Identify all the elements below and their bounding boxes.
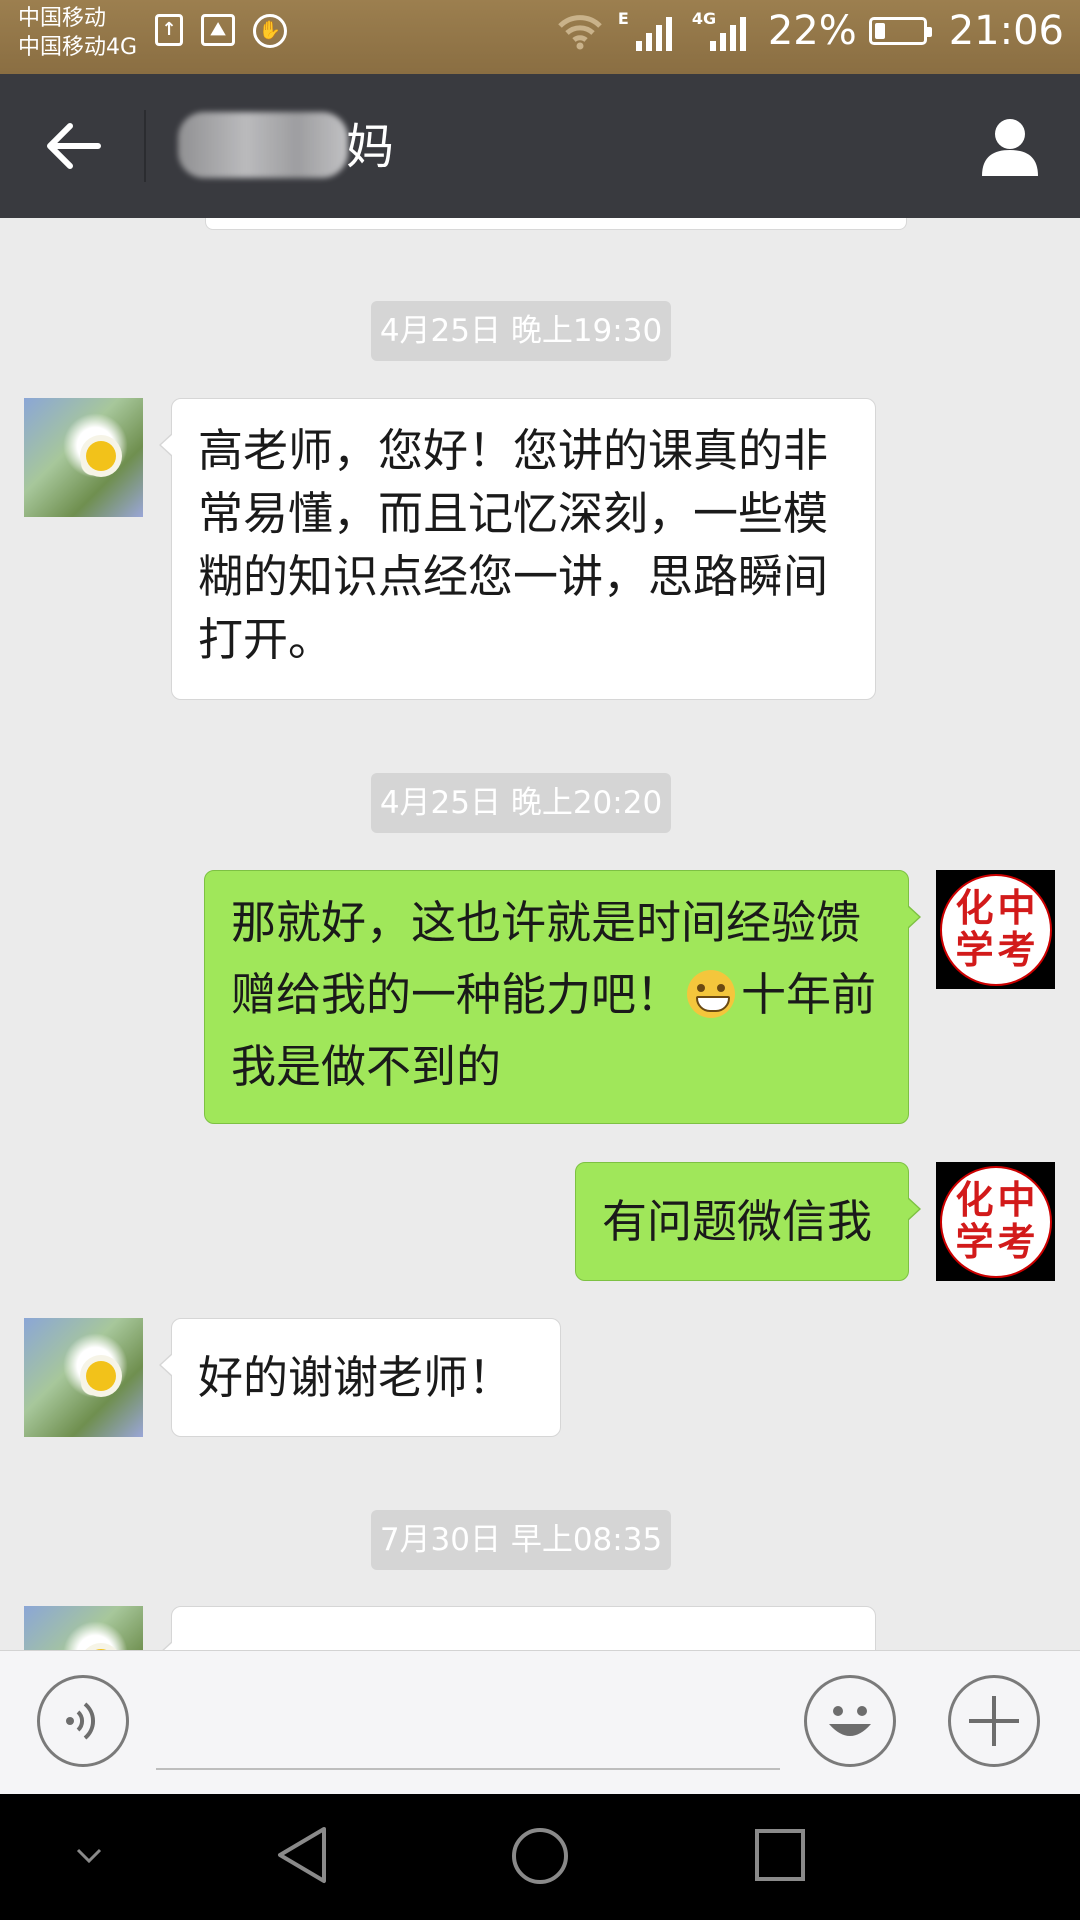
timestamp: 4月25日 晚上20:20	[371, 773, 671, 833]
battery-icon	[868, 17, 932, 45]
self-avatar[interactable]: 化 中 学 考	[936, 870, 1055, 989]
message-input[interactable]	[156, 1768, 780, 1770]
carrier-info: 中国移动 中国移动4G	[18, 4, 137, 62]
network-tag-e: E	[617, 9, 629, 28]
chat-header: 妈	[0, 74, 1080, 218]
chat-title: 妈	[178, 114, 395, 180]
message-text: 好的谢谢老师！	[198, 1351, 514, 1404]
incoming-message[interactable]: 好的谢谢老师！	[159, 1318, 561, 1437]
arrow-left-icon[interactable]	[40, 114, 104, 178]
signal-4g-icon: 4G	[692, 9, 746, 51]
battery-percent: 22%	[767, 8, 857, 54]
chat-title-text: 妈	[346, 119, 396, 175]
hand-icon: ✋	[253, 14, 287, 48]
system-status: E 4G 22% 21:06	[556, 8, 1064, 54]
voice-button[interactable]	[37, 1675, 129, 1767]
message-list[interactable]: 4月25日 晚上19:30 高老师，您好！您讲的课真的非常易懂，而且记忆深刻，一…	[0, 218, 1080, 1650]
home-circle-icon[interactable]	[510, 1826, 570, 1886]
notification-icons: ↑ ⛰ ✋	[155, 14, 287, 48]
recents-square-icon[interactable]	[754, 1828, 806, 1882]
message-text: 有问题微信我	[602, 1195, 873, 1248]
chemistry-logo: 化 中 学 考	[939, 873, 1052, 986]
image-icon: ⛰	[201, 14, 235, 46]
header-divider	[144, 110, 146, 182]
back-triangle-icon[interactable]	[274, 1824, 330, 1886]
timestamp: 4月25日 晚上19:30	[371, 301, 671, 361]
upload-icon: ↑	[155, 14, 183, 46]
signal-e-icon: E	[618, 9, 672, 51]
previous-message-bubble	[205, 218, 907, 230]
incoming-message-partial[interactable]	[159, 1606, 876, 1650]
incoming-message[interactable]: 高老师，您好！您讲的课真的非常易懂，而且记忆深刻，一些模糊的知识点经您一讲，思路…	[159, 398, 876, 700]
carrier-line-2: 中国移动4G	[18, 35, 138, 60]
chemistry-logo: 化 中 学 考	[939, 1165, 1052, 1278]
outgoing-message[interactable]: 有问题微信我	[575, 1162, 921, 1281]
chevron-down-icon[interactable]	[74, 1844, 104, 1868]
timestamp: 7月30日 早上08:35	[371, 1510, 671, 1570]
contact-avatar[interactable]	[24, 1606, 143, 1650]
grin-emoji-icon	[687, 970, 736, 1018]
contact-avatar[interactable]	[24, 398, 143, 517]
clock: 21:06	[948, 8, 1064, 54]
more-button[interactable]	[948, 1675, 1040, 1767]
input-bar	[0, 1650, 1080, 1795]
wifi-icon	[558, 15, 602, 50]
contact-avatar[interactable]	[24, 1318, 143, 1437]
emoji-button[interactable]	[804, 1675, 896, 1767]
message-text: 高老师，您好！您讲的课真的非常易懂，而且记忆深刻，一些模糊的知识点经您一讲，思路…	[198, 424, 829, 666]
carrier-line-1: 中国移动	[18, 6, 107, 31]
self-avatar[interactable]: 化 中 学 考	[936, 1162, 1055, 1281]
battery-fill	[874, 23, 885, 39]
plus-icon	[969, 1696, 1019, 1746]
network-tag-4g: 4G	[691, 9, 717, 28]
voice-icon	[66, 1702, 96, 1740]
smiley-icon	[829, 1706, 871, 1736]
status-bar: 中国移动 中国移动4G ↑ ⛰ ✋ E 4G 22% 21:06	[0, 0, 1080, 74]
system-nav-bar	[0, 1794, 1080, 1920]
person-icon[interactable]	[978, 114, 1042, 178]
outgoing-message[interactable]: 那就好，这也许就是时间经验馈赠给我的一种能力吧！ 十年前我是做不到的	[204, 870, 921, 1124]
